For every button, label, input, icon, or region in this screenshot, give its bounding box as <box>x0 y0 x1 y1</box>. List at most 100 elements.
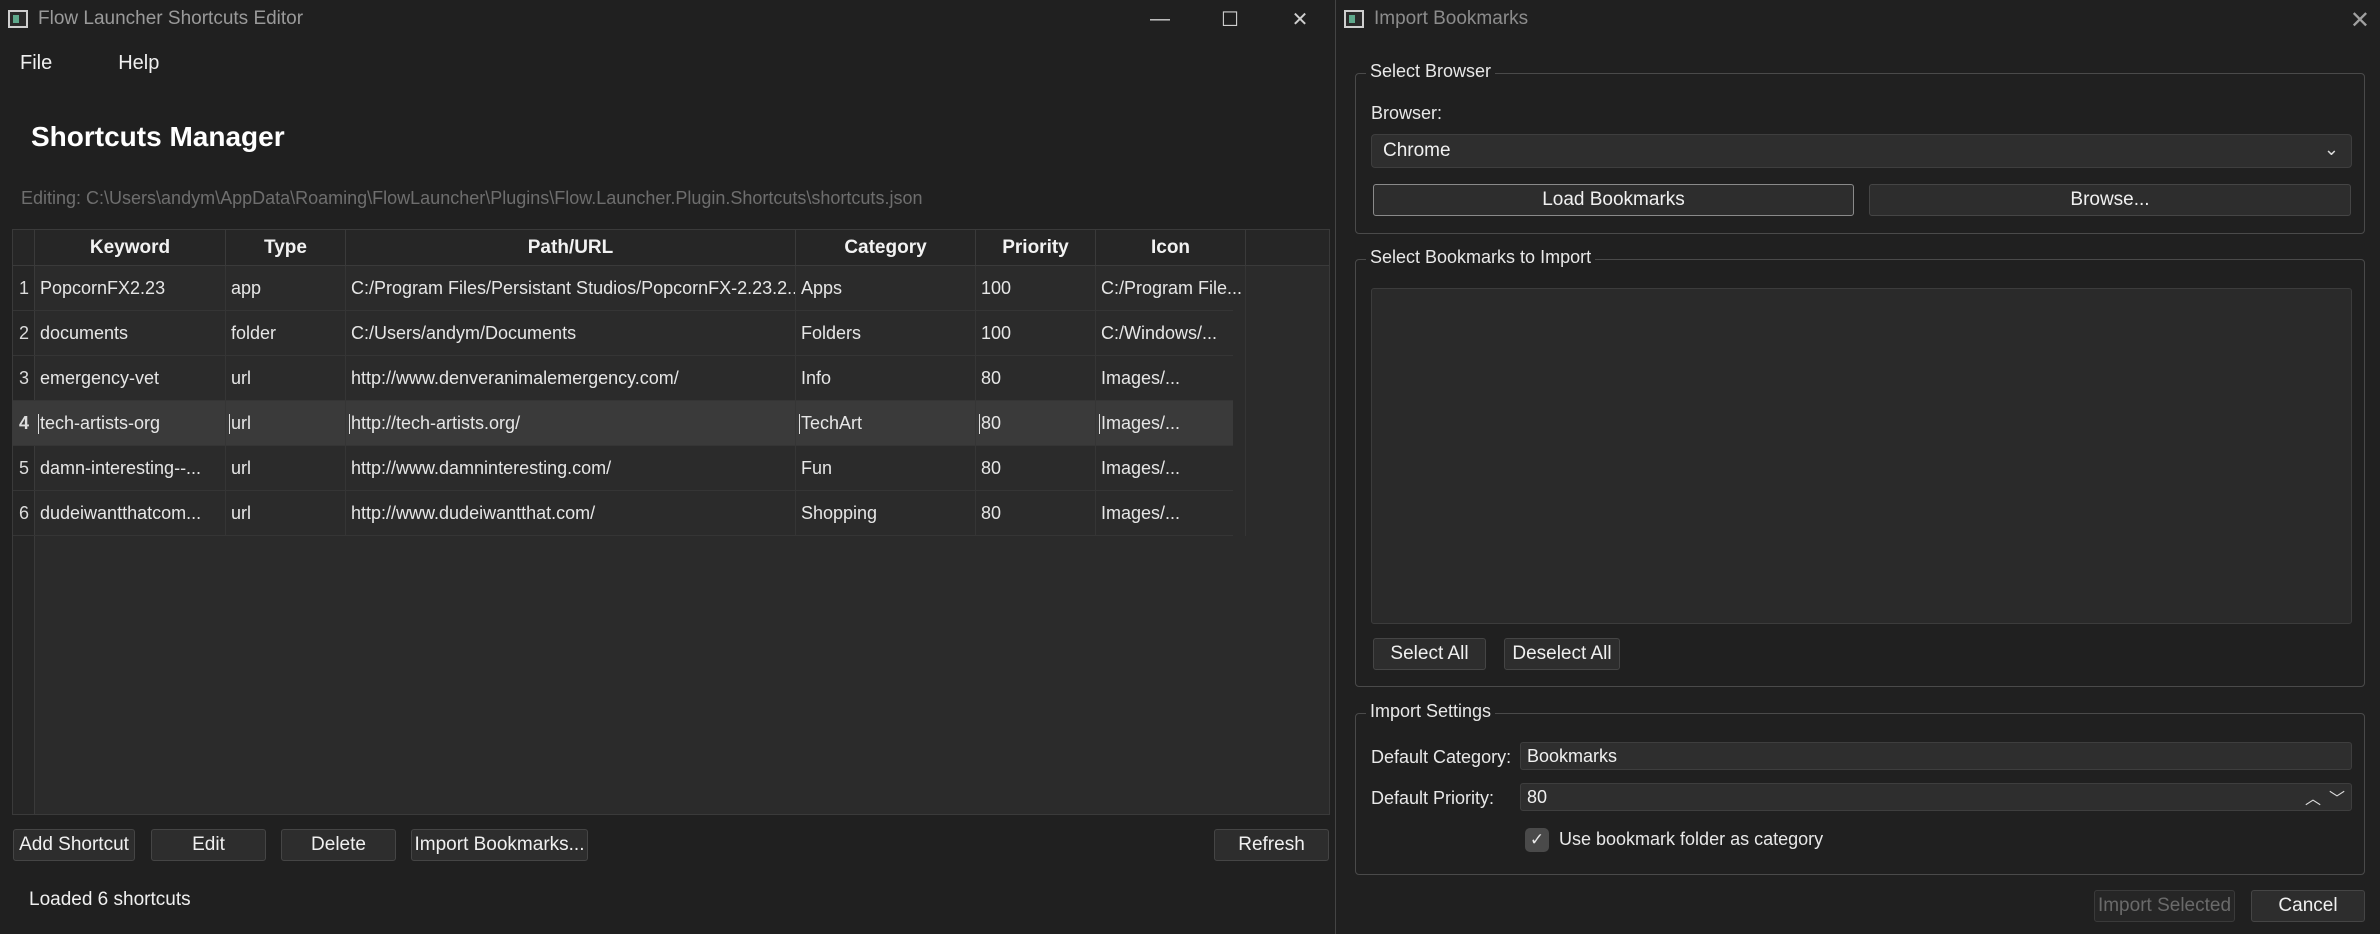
table-row[interactable]: 6 dudeiwantthatcom... url http://www.dud… <box>13 491 1246 536</box>
cell-path[interactable]: C:/Program Files/Persistant Studios/Popc… <box>346 266 796 311</box>
table-row[interactable]: 1 PopcornFX2.23 app C:/Program Files/Per… <box>13 266 1246 311</box>
cancel-button[interactable]: Cancel <box>2251 890 2365 922</box>
dialog-close-icon[interactable]: ✕ <box>2350 6 2370 35</box>
cell-icon[interactable]: C:/Windows/... <box>1096 311 1246 356</box>
cell-category[interactable]: Shopping <box>796 491 976 536</box>
use-folder-checkbox[interactable]: ✓ <box>1525 828 1549 852</box>
cell-path[interactable]: http://tech-artists.org/ <box>346 401 796 446</box>
close-icon: ✕ <box>1291 8 1309 31</box>
cell-type[interactable]: url <box>226 491 346 536</box>
menu-help[interactable]: Help <box>72 48 179 82</box>
shortcuts-editor-window: Flow Launcher Shortcuts Editor — ☐ ✕ Fil… <box>0 0 1335 934</box>
cell-category[interactable]: Fun <box>796 446 976 491</box>
corner-cell[interactable] <box>13 230 35 266</box>
cell-icon[interactable]: Images/... <box>1096 356 1246 401</box>
cell-icon[interactable]: Images/... <box>1096 446 1246 491</box>
minimize-button[interactable]: — <box>1125 0 1195 38</box>
cell-path[interactable]: C:/Users/andym/Documents <box>346 311 796 356</box>
column-header-icon[interactable]: Icon <box>1096 230 1246 266</box>
cell-priority[interactable]: 80 <box>976 446 1096 491</box>
row-number[interactable]: 2 <box>13 311 35 356</box>
cell-path[interactable]: http://www.denveranimalemergency.com/ <box>346 356 796 401</box>
app-icon <box>8 10 28 28</box>
window-controls: — ☐ ✕ <box>1125 0 1335 38</box>
column-header-type[interactable]: Type <box>226 230 346 266</box>
cell-icon[interactable]: Images/... <box>1096 491 1246 536</box>
cell-type[interactable]: url <box>226 356 346 401</box>
refresh-button[interactable]: Refresh <box>1214 829 1329 861</box>
maximize-button[interactable]: ☐ <box>1195 0 1265 38</box>
cell-keyword[interactable]: tech-artists-org <box>35 401 226 446</box>
cell-category[interactable]: TechArt <box>796 401 976 446</box>
status-text: Loaded 6 shortcuts <box>29 889 191 910</box>
cell-keyword[interactable]: PopcornFX2.23 <box>35 266 226 311</box>
select-all-button[interactable]: Select All <box>1373 638 1486 670</box>
select-bookmarks-title: Select Bookmarks to Import <box>1366 247 1596 268</box>
cell-category[interactable]: Folders <box>796 311 976 356</box>
cell-priority[interactable]: 100 <box>976 266 1096 311</box>
import-bookmarks-button[interactable]: Import Bookmarks... <box>411 829 588 861</box>
table-row[interactable]: 3 emergency-vet url http://www.denverani… <box>13 356 1246 401</box>
cell-path[interactable]: http://www.dudeiwantthat.com/ <box>346 491 796 536</box>
cell-type[interactable]: app <box>226 266 346 311</box>
cell-priority[interactable]: 80 <box>976 401 1096 446</box>
cell-priority[interactable]: 100 <box>976 311 1096 356</box>
row-number[interactable]: 1 <box>13 266 35 311</box>
edit-button[interactable]: Edit <box>151 829 266 861</box>
cell-keyword[interactable]: emergency-vet <box>35 356 226 401</box>
cell-type[interactable]: url <box>226 401 346 446</box>
row-number[interactable]: 4 <box>13 401 35 446</box>
table-row-selected[interactable]: 4 tech-artists-org url http://tech-artis… <box>13 401 1246 446</box>
browser-select[interactable]: Chrome ⌄ <box>1371 134 2352 168</box>
column-header-category[interactable]: Category <box>796 230 976 266</box>
row-number[interactable]: 3 <box>13 356 35 401</box>
default-category-input[interactable]: Bookmarks <box>1520 742 2352 770</box>
cell-path[interactable]: http://www.damninteresting.com/ <box>346 446 796 491</box>
load-bookmarks-button[interactable]: Load Bookmarks <box>1373 184 1854 216</box>
import-selected-button[interactable]: Import Selected <box>2094 890 2235 922</box>
cell-category[interactable]: Info <box>796 356 976 401</box>
cell-keyword[interactable]: damn-interesting--... <box>35 446 226 491</box>
select-browser-title: Select Browser <box>1366 61 1496 82</box>
default-category-value: Bookmarks <box>1527 745 1618 766</box>
cell-keyword[interactable]: dudeiwantthatcom... <box>35 491 226 536</box>
browse-button[interactable]: Browse... <box>1869 184 2351 216</box>
table-header: Keyword Type Path/URL Category Priority … <box>13 230 1329 266</box>
import-settings-group: Import Settings Default Category: Bookma… <box>1355 701 2365 875</box>
minimize-icon: — <box>1150 7 1170 30</box>
editing-path: Editing: C:\Users\andym\AppData\Roaming\… <box>21 188 923 208</box>
dialog-title: Import Bookmarks <box>1374 8 1529 29</box>
window-title: Flow Launcher Shortcuts Editor <box>38 8 304 29</box>
delete-button[interactable]: Delete <box>281 829 396 861</box>
cell-icon[interactable]: C:/Program File... <box>1096 266 1246 311</box>
cell-keyword[interactable]: documents <box>35 311 226 356</box>
cell-type[interactable]: folder <box>226 311 346 356</box>
add-shortcut-button[interactable]: Add Shortcut <box>13 829 135 861</box>
row-number[interactable]: 5 <box>13 446 35 491</box>
table-row[interactable]: 2 documents folder C:/Users/andym/Docume… <box>13 311 1246 356</box>
default-priority-spinbox[interactable]: 80 ︿ ﹀ <box>1520 783 2352 811</box>
table-row[interactable]: 5 damn-interesting--... url http://www.d… <box>13 446 1246 491</box>
cell-category[interactable]: Apps <box>796 266 976 311</box>
shortcuts-table[interactable]: Keyword Type Path/URL Category Priority … <box>12 229 1330 815</box>
cell-icon[interactable]: Images/... <box>1096 401 1246 446</box>
page-title: Shortcuts Manager <box>31 121 285 152</box>
close-button[interactable]: ✕ <box>1265 0 1335 38</box>
column-header-keyword[interactable]: Keyword <box>35 230 226 266</box>
menu-file[interactable]: File <box>0 48 72 82</box>
chevron-down-icon[interactable]: ﹀ <box>2329 785 2345 809</box>
deselect-all-button[interactable]: Deselect All <box>1504 638 1620 670</box>
cell-priority[interactable]: 80 <box>976 356 1096 401</box>
column-header-path[interactable]: Path/URL <box>346 230 796 266</box>
use-folder-label[interactable]: Use bookmark folder as category <box>1559 829 1823 850</box>
column-header-priority[interactable]: Priority <box>976 230 1096 266</box>
cell-priority[interactable]: 80 <box>976 491 1096 536</box>
chevron-up-icon[interactable]: ︿ <box>2305 785 2321 809</box>
row-number[interactable]: 6 <box>13 491 35 536</box>
default-priority-label: Default Priority: <box>1371 788 1495 808</box>
bookmarks-list[interactable] <box>1371 288 2352 624</box>
import-bookmarks-dialog: Import Bookmarks ✕ Select Browser Browse… <box>1335 0 2380 934</box>
cell-type[interactable]: url <box>226 446 346 491</box>
spin-arrows[interactable]: ︿ ﹀ <box>2305 785 2345 809</box>
menubar: File Help <box>0 48 179 82</box>
